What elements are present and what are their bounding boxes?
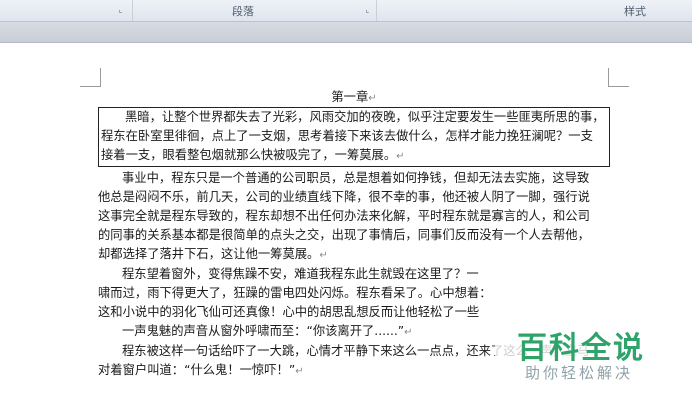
text-line: 啸而过，雨下得更大了，狂躁的雷电四处闪烁。程东看呆了。心中想着： — [98, 286, 492, 300]
ribbon-separator — [376, 0, 377, 21]
page-corner-mark — [80, 68, 101, 87]
paragraph-work: 事业中，程东只是一个普通的公司职员，总是想着如何挣钱，但却无法去实施，这导致 他… — [98, 169, 610, 265]
text-line: 这事完全就是程东导致的，程东却想不出任何办法来化解，平时程东就是寡言的人，和公司 — [98, 209, 590, 223]
ruler-strip — [0, 22, 692, 43]
text-line: 程东在卧室里徘徊，点上了一支烟，思考着接下来该去做什么，怎样才能力挽狂澜呢？一支 — [101, 129, 593, 143]
text-line: 他总是闷闷不乐，前几天，公司的业绩直线下降，很不幸的事，他还被人阴了一脚，强行说 — [98, 190, 590, 204]
text-line: 接着一支，眼看整包烟就那么快被吸完了，一筹莫展。↵ — [101, 148, 405, 162]
boxed-paragraph: 黑暗，让整个世界都失去了光彩，风雨交加的夜晚，似乎注定要发生一些匪夷所思的事， … — [98, 107, 610, 167]
text-line: 黑暗，让整个世界都失去了光彩，风雨交加的夜晚，似乎注定要发生一些匪夷所思的事， — [125, 110, 605, 124]
watermark-logo: 百科全说 助你轻松解决 — [495, 318, 692, 415]
text-line: 的同事的关系基本都是很简单的点头之交，出现了事情后，同事们反而没有一个人去帮他， — [98, 228, 590, 242]
paragraph-dialog-launcher-icon[interactable]: ⌞ — [363, 5, 372, 14]
text-line: 程东望着窗外，变得焦躁不安，难道我程东此生就毁在这里了？一 — [122, 267, 479, 281]
styles-group-label: 样式 — [624, 5, 646, 18]
ribbon-group-bar: ⌞ 段落 ⌞ 样式 — [0, 0, 692, 22]
watermark-subtitle: 助你轻松解决 — [525, 364, 634, 382]
watermark-title: 百科全说 — [517, 331, 645, 366]
text-line: 却都选择了落井下石，这让他一筹莫展。↵ — [98, 247, 328, 261]
font-dialog-launcher-icon[interactable]: ⌞ — [116, 5, 125, 14]
paragraph-window: 程东望着窗外，变得焦躁不安，难道我程东此生就毁在这里了？一 啸而过，雨下得更大了… — [98, 265, 610, 322]
page-corner-mark — [608, 68, 629, 87]
chapter-title: 第一章↵ — [331, 90, 377, 104]
text-line: 事业中，程东只是一个普通的公司职员，总是想着如何挣钱，但却无法去实施，这导致 — [122, 171, 590, 185]
paragraph-group-label: 段落 — [232, 5, 254, 18]
ribbon-separator — [132, 0, 133, 21]
